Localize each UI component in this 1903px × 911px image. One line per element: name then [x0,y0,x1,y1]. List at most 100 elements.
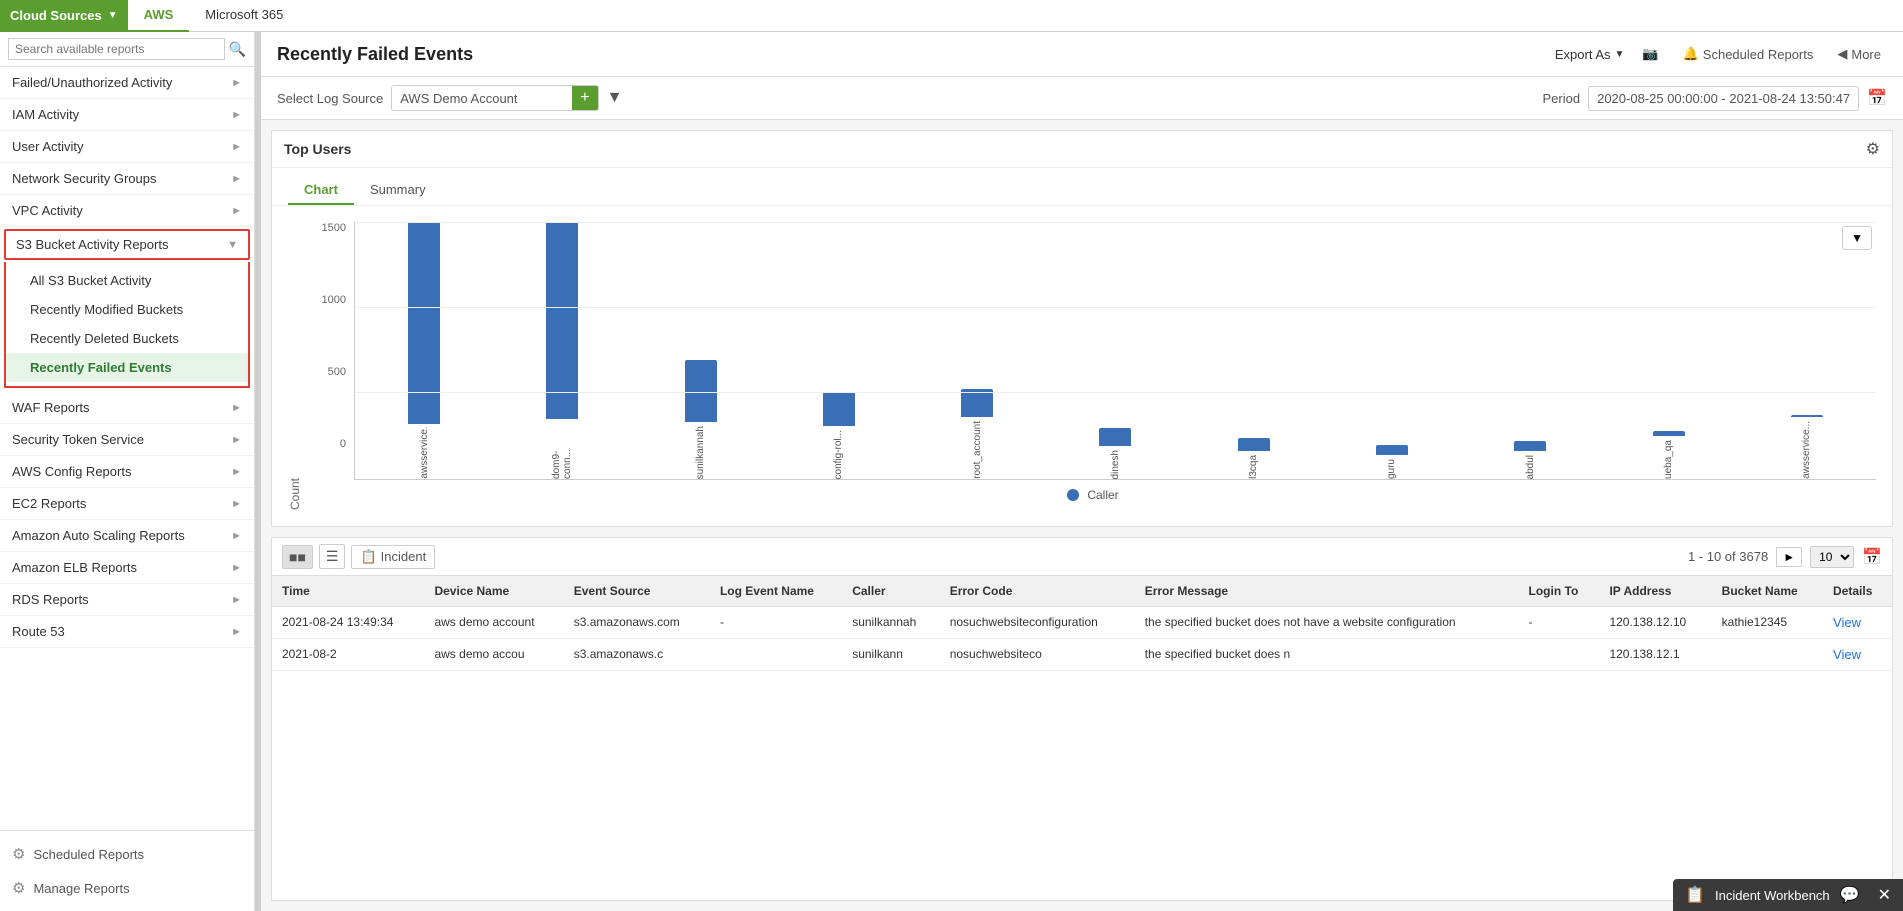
bar-sunilkannah[interactable] [685,360,717,422]
chat-icon[interactable]: 💬 [1840,885,1860,905]
bar-l3cqa[interactable] [1238,438,1270,451]
chevron-right-icon: ► [231,77,242,89]
bar-dinesh[interactable] [1099,428,1131,446]
chart-container: Count 1500 1000 500 0 [272,206,1892,526]
incident-button[interactable]: 📋 Incident [351,545,435,569]
list-view-button[interactable]: ☰ [319,544,346,569]
per-page-select[interactable]: 10 25 50 [1810,546,1854,568]
col-bucket-name: Bucket Name [1712,576,1823,607]
col-error-message: Error Message [1135,576,1519,607]
log-source-input-group: + [391,85,598,111]
sidebar-item-ec2[interactable]: EC2 Reports ► [0,488,254,520]
sidebar-item-failed-unauthorized[interactable]: Failed/Unauthorized Activity ► [0,67,254,99]
bar-awsservice2[interactable] [1791,415,1823,418]
sidebar-item-recently-modified[interactable]: Recently Modified Buckets [6,295,248,324]
sidebar-item-rds[interactable]: RDS Reports ► [0,584,254,616]
col-login-to: Login To [1519,576,1600,607]
chart-settings-icon[interactable]: ⚙ [1866,139,1880,159]
bar-config[interactable] [823,392,855,425]
more-button[interactable]: ◀​ More [1831,42,1887,66]
calendar-icon[interactable]: 📅 [1867,88,1887,108]
cell-time: 2021-08-24 13:49:34 [272,607,424,639]
tab-chart[interactable]: Chart [288,176,354,205]
sidebar-item-vpc[interactable]: VPC Activity ► [0,195,254,227]
tab-microsoft365[interactable]: Microsoft 365 [189,0,299,32]
bar-label-root: root_account [972,421,983,479]
sidebar-item-s3-bucket[interactable]: S3 Bucket Activity Reports ▼ [4,229,250,260]
top-bar: Cloud Sources ▼ AWS Microsoft 365 [0,0,1903,32]
pagination-info: 1 - 10 of 3678 [1688,549,1768,564]
cell-event-source: s3.amazonaws.com [564,607,710,639]
view-link[interactable]: View [1833,647,1861,662]
log-source-label: Select Log Source [277,91,383,106]
incident-workbench[interactable]: 📋 Incident Workbench 💬 ✕ [1673,879,1903,911]
bar-group-guru: guru [1323,222,1461,479]
cell-log-event-name [710,639,842,671]
y-axis-label: Count [288,222,302,510]
sidebar-item-recently-failed[interactable]: Recently Failed Events [6,353,248,382]
bar-guru[interactable] [1376,445,1408,455]
sidebar-item-network-security[interactable]: Network Security Groups ► [0,163,254,195]
sidebar-item-user-activity[interactable]: User Activity ► [0,131,254,163]
tab-aws[interactable]: AWS [128,0,190,32]
chart-dropdown-button[interactable]: ▼ [1842,226,1872,250]
bar-root[interactable] [961,389,993,417]
scheduled-reports-link[interactable]: ⚙ Scheduled Reports [0,837,254,871]
calendar-icon-table[interactable]: 📅 [1862,547,1882,567]
cell-ip-address: 120.138.12.1 [1599,639,1711,671]
sidebar-item-security-token[interactable]: Security Token Service ► [0,424,254,456]
search-input[interactable] [8,38,225,60]
chevron-right-icon: ► [231,402,242,414]
sidebar-item-elb[interactable]: Amazon ELB Reports ► [0,552,254,584]
cloud-sources-button[interactable]: Cloud Sources ▼ [0,0,128,32]
bar-dom9[interactable] [546,222,578,419]
manage-reports-link[interactable]: ⚙ Manage Reports [0,871,254,905]
bar-awsservice1[interactable] [408,222,440,424]
bell-icon: 🔔 [1683,46,1699,62]
col-details: Details [1823,576,1892,607]
bar-label-awsservice1: awsservice... [419,428,430,479]
bar-group-config: config-rol... [770,222,908,479]
chart-legend: Caller [310,480,1876,510]
cell-error-code: nosuchwebsiteco [940,639,1135,671]
sidebar-item-route53[interactable]: Route 53 ► [0,616,254,648]
legend-label-caller: Caller [1087,488,1118,502]
table-row: 2021-08-24 13:49:34 aws demo account s3.… [272,607,1892,639]
export-chevron-icon: ▼ [1615,49,1625,60]
next-page-button[interactable]: ► [1776,547,1802,567]
chart-tabs: Chart Summary [272,168,1892,206]
table-header-row: Time Device Name Event Source Log Event … [272,576,1892,607]
cell-details[interactable]: View [1823,607,1892,639]
search-icon: 🔍 [229,41,246,58]
sidebar-item-aws-config[interactable]: AWS Config Reports ► [0,456,254,488]
col-error-code: Error Code [940,576,1135,607]
view-link[interactable]: View [1833,615,1861,630]
cloud-sources-chevron-icon: ▼ [108,10,118,21]
sidebar-item-recently-deleted[interactable]: Recently Deleted Buckets [6,324,248,353]
snapshot-button[interactable]: 📷 [1636,42,1664,66]
table-toolbar: ■■ ☰ 📋 Incident 1 - 10 of 3678 ► 10 25 5… [272,538,1892,576]
scheduled-reports-button[interactable]: 🔔 Scheduled Reports [1677,42,1820,66]
sidebar-item-all-s3[interactable]: All S3 Bucket Activity [6,266,248,295]
workbench-close-icon[interactable]: ✕ [1878,885,1891,905]
sidebar-item-auto-scaling[interactable]: Amazon Auto Scaling Reports ► [0,520,254,552]
grid-view-button[interactable]: ■■ [282,545,313,569]
cell-login-to [1519,639,1600,671]
sidebar-item-waf[interactable]: WAF Reports ► [0,392,254,424]
chevron-right-icon: ► [231,498,242,510]
sidebar-item-iam[interactable]: IAM Activity ► [0,99,254,131]
bar-ueba[interactable] [1653,431,1685,436]
filter-left: Select Log Source + ▼ [277,85,622,111]
add-source-button[interactable]: + [572,86,597,110]
cell-bucket-name: kathie12345 [1712,607,1823,639]
export-button[interactable]: Export As ▼ [1555,47,1625,62]
filter-icon[interactable]: ▼ [607,89,623,107]
chevron-right-icon: ► [231,205,242,217]
bar-abdul[interactable] [1514,441,1546,451]
cell-details[interactable]: View [1823,639,1892,671]
log-source-input[interactable] [392,87,572,110]
gear-icon: ⚙ [12,879,25,897]
chart-panel-header: Top Users ⚙ [272,131,1892,168]
tab-summary[interactable]: Summary [354,176,442,205]
bar-label-awsservice2: awsservice... [1801,421,1812,479]
